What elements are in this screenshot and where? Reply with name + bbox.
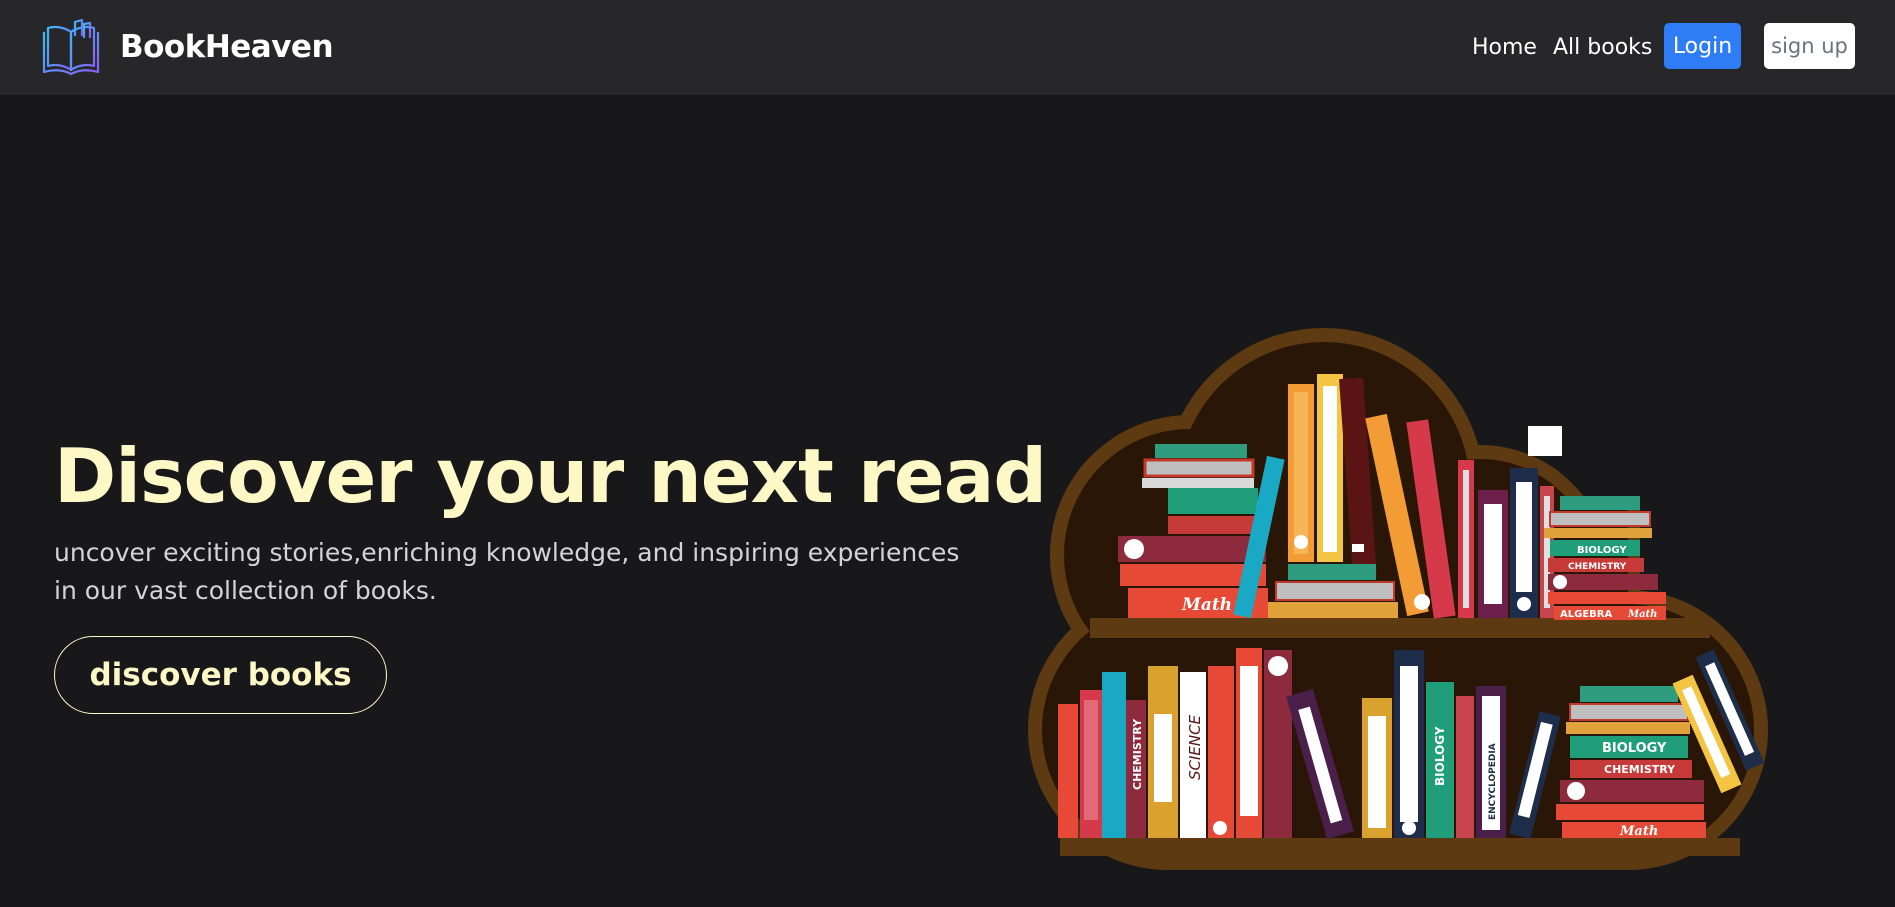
spine-label: BIOLOGY [1577,545,1627,556]
sign-up-button[interactable]: sign up [1764,23,1855,69]
brand-link[interactable]: BookHeaven [42,18,334,76]
bookshelf-icon: Math BIOLOGY CHEMISTRY ALGEBRA Math CHEM… [1028,328,1768,870]
nav-home-link[interactable]: Home [1472,30,1537,66]
brand-name: BookHeaven [120,29,334,65]
spine-label: CHEMISTRY [1604,763,1676,776]
hero-subtitle: uncover exciting stories,enriching knowl… [54,538,960,605]
spine-label: CHEMISTRY [1131,718,1144,790]
spine-label: ALGEBRA [1560,609,1612,620]
cloud-bookshelf-illustration: Math BIOLOGY CHEMISTRY ALGEBRA Math CHEM… [1020,320,1780,880]
discover-books-button[interactable]: discover books [54,636,387,714]
spine-label: Math [1627,609,1657,620]
spine-label: CHEMISTRY [1568,562,1627,572]
spine-label: BIOLOGY [1433,726,1447,786]
navbar: BookHeaven Home All books Login sign up [0,0,1895,95]
spine-label: BIOLOGY [1602,741,1667,756]
spine-label: Math [1619,824,1658,839]
nav-all-books-link[interactable]: All books [1553,30,1652,66]
open-book-icon [42,18,100,76]
hero-title: Discover your next read [54,432,1047,520]
spine-label: ENCYCLOPEDIA [1488,743,1498,820]
login-button[interactable]: Login [1664,23,1741,69]
spine-label: Math [1181,595,1232,615]
spine-label: SCIENCE [1186,714,1204,780]
